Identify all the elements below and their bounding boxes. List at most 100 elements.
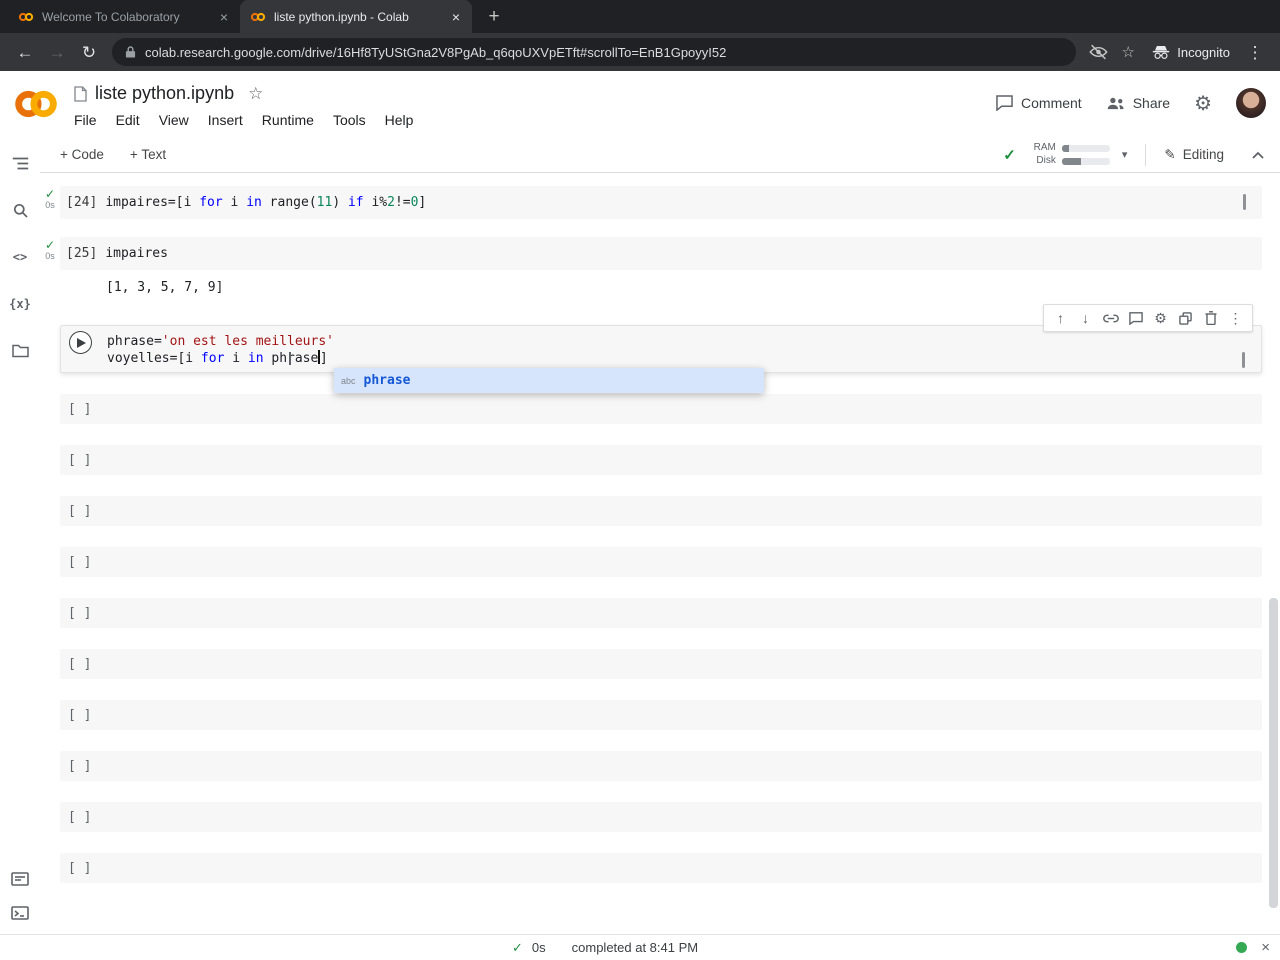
empty-code-cell[interactable]: [ ] bbox=[60, 394, 1262, 424]
disk-label: Disk bbox=[1036, 155, 1056, 166]
status-green-dot bbox=[1236, 942, 1248, 953]
lock-icon bbox=[125, 45, 136, 59]
delete-cell-icon[interactable] bbox=[1202, 311, 1219, 325]
comment-cell-icon[interactable] bbox=[1127, 311, 1144, 325]
page-scrollbar[interactable] bbox=[1269, 598, 1278, 908]
toolbar-right: ✓ RAM Disk ▾ ✎ Editing bbox=[1003, 143, 1264, 166]
exec-count-placeholder: [ ] bbox=[68, 758, 92, 774]
link-cell-icon[interactable] bbox=[1102, 314, 1119, 323]
autocomplete-suggestion[interactable]: abc phrase bbox=[334, 368, 764, 393]
comment-icon bbox=[996, 95, 1013, 111]
status-close-icon[interactable]: × bbox=[1261, 939, 1270, 956]
cell-settings-icon[interactable]: ⚙ bbox=[1152, 311, 1169, 325]
menu-tools[interactable]: Tools bbox=[333, 112, 366, 128]
cell-exec-time: 0s bbox=[45, 251, 55, 261]
back-button[interactable]: ← bbox=[10, 44, 40, 61]
editing-label: Editing bbox=[1182, 147, 1224, 162]
browser-tab-welcome[interactable]: Welcome To Colaboratory × bbox=[8, 0, 240, 33]
code-cell-24[interactable]: [24] impaires=[i for i in range(11) if i… bbox=[60, 186, 1262, 219]
incognito-label: Incognito bbox=[1177, 44, 1230, 60]
toolbar-divider bbox=[1145, 143, 1147, 166]
code-editor[interactable]: phrase='on est les meilleurs' voyelles=[… bbox=[107, 326, 334, 374]
header-actions: Comment Share ⚙ bbox=[996, 88, 1266, 118]
command-palette-icon[interactable] bbox=[8, 869, 32, 889]
eye-off-icon[interactable] bbox=[1084, 44, 1112, 60]
notebook-title[interactable]: liste python.ipynb bbox=[95, 83, 234, 104]
user-avatar[interactable] bbox=[1236, 88, 1266, 118]
comment-button[interactable]: Comment bbox=[996, 95, 1082, 111]
run-cell-button[interactable] bbox=[69, 331, 92, 354]
settings-gear-icon[interactable]: ⚙ bbox=[1194, 91, 1212, 116]
share-button[interactable]: Share bbox=[1106, 95, 1170, 111]
browser-tab-strip: Welcome To Colaboratory × liste python.i… bbox=[0, 0, 1280, 33]
editing-mode-button[interactable]: ✎ Editing bbox=[1164, 147, 1224, 163]
empty-code-cell[interactable]: [ ] bbox=[60, 547, 1262, 577]
active-code-cell[interactable]: phrase='on est les meilleurs' voyelles=[… bbox=[60, 325, 1262, 373]
exec-count-placeholder: [ ] bbox=[68, 503, 92, 519]
forward-button[interactable]: → bbox=[42, 44, 72, 61]
empty-code-cell[interactable]: [ ] bbox=[60, 853, 1262, 883]
cell-exec-time: 0s bbox=[45, 200, 55, 210]
tab-close-icon[interactable]: × bbox=[218, 9, 230, 25]
browser-menu-icon[interactable]: ⋮ bbox=[1240, 44, 1270, 61]
more-cell-actions-icon[interactable]: ⋮ bbox=[1227, 311, 1244, 325]
execution-status-bar: ✓ 0s completed at 8:41 PM × bbox=[0, 934, 1280, 960]
files-icon[interactable] bbox=[8, 341, 32, 361]
move-cell-up-icon[interactable]: ↑ bbox=[1052, 311, 1069, 325]
empty-code-cell[interactable]: [ ] bbox=[60, 751, 1262, 781]
menu-view[interactable]: View bbox=[159, 112, 189, 128]
tab-title: liste python.ipynb - Colab bbox=[274, 9, 409, 24]
cell-success-icon: ✓ bbox=[44, 187, 56, 201]
variables-icon[interactable]: {x} bbox=[8, 294, 32, 314]
status-check-icon: ✓ bbox=[512, 939, 523, 955]
colab-favicon-icon bbox=[250, 9, 266, 25]
ram-label: RAM bbox=[1033, 142, 1056, 153]
menu-runtime[interactable]: Runtime bbox=[262, 112, 314, 128]
tab-close-icon[interactable]: × bbox=[450, 9, 462, 25]
menu-help[interactable]: Help bbox=[385, 112, 414, 128]
resources-indicator[interactable]: RAM Disk bbox=[1030, 143, 1110, 166]
cell-success-icon: ✓ bbox=[44, 238, 56, 252]
add-text-button[interactable]: + Text bbox=[130, 147, 166, 162]
code-line[interactable]: voyelles=[i for i in phrase] bbox=[107, 350, 334, 367]
move-cell-down-icon[interactable]: ↓ bbox=[1077, 311, 1094, 325]
empty-code-cell[interactable]: [ ] bbox=[60, 700, 1262, 730]
code-cell-25[interactable]: [25] impaires bbox=[60, 237, 1262, 270]
search-icon[interactable] bbox=[8, 200, 32, 220]
add-code-button[interactable]: + Code bbox=[60, 147, 104, 162]
incognito-icon bbox=[1152, 44, 1170, 60]
exec-count-placeholder: [ ] bbox=[68, 656, 92, 672]
address-bar[interactable]: colab.research.google.com/drive/16Hf8TyU… bbox=[112, 38, 1077, 66]
exec-count: [25] bbox=[66, 246, 98, 261]
menu-edit[interactable]: Edit bbox=[116, 112, 140, 128]
new-tab-button[interactable]: + bbox=[482, 6, 506, 28]
code-snippets-icon[interactable]: <> bbox=[8, 247, 32, 267]
cell-scrollbar bbox=[1243, 194, 1246, 210]
suggestion-type-icon: abc bbox=[341, 375, 356, 386]
empty-code-cell[interactable]: [ ] bbox=[60, 496, 1262, 526]
empty-code-cell[interactable]: [ ] bbox=[60, 598, 1262, 628]
empty-code-cell[interactable]: [ ] bbox=[60, 802, 1262, 832]
empty-code-cell[interactable]: [ ] bbox=[60, 445, 1262, 475]
code-line[interactable]: impaires bbox=[105, 245, 168, 262]
code-line[interactable]: impaires=[i for i in range(11) if i%2!=0… bbox=[105, 194, 426, 211]
ram-usage-bar bbox=[1061, 144, 1110, 152]
menu-insert[interactable]: Insert bbox=[208, 112, 243, 128]
table-of-contents-icon[interactable] bbox=[8, 153, 32, 173]
left-sidebar: <> {x} bbox=[0, 137, 40, 935]
collapse-toolbar-icon[interactable] bbox=[1252, 151, 1264, 159]
browser-tab-active[interactable]: liste python.ipynb - Colab × bbox=[240, 0, 472, 33]
menu-file[interactable]: File bbox=[74, 112, 97, 128]
bookmark-star-icon[interactable]: ☆ bbox=[1114, 43, 1142, 61]
resources-dropdown-icon[interactable]: ▾ bbox=[1122, 148, 1128, 161]
share-label: Share bbox=[1132, 95, 1171, 111]
empty-code-cell[interactable]: [ ] bbox=[60, 649, 1262, 679]
cell-output: [1, 3, 5, 7, 9] bbox=[106, 280, 224, 295]
code-line[interactable]: phrase='on est les meilleurs' bbox=[107, 333, 334, 350]
terminal-icon[interactable] bbox=[8, 903, 32, 923]
copy-cell-icon[interactable] bbox=[1177, 311, 1194, 325]
refresh-button[interactable]: ↻ bbox=[74, 44, 104, 61]
star-notebook-icon[interactable]: ☆ bbox=[248, 84, 263, 104]
incognito-badge: Incognito bbox=[1152, 44, 1230, 60]
status-message: completed at 8:41 PM bbox=[571, 940, 699, 955]
